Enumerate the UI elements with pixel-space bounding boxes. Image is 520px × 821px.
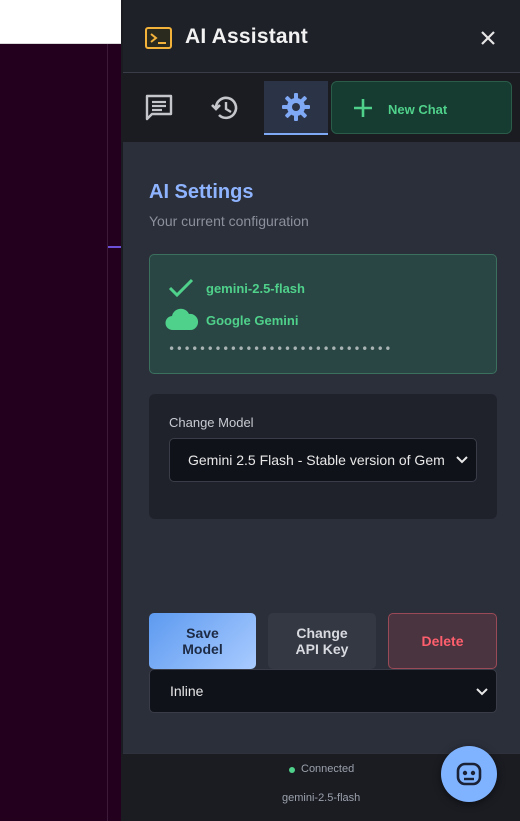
status-model: gemini-2.5-flash: [282, 792, 361, 804]
ai-assistant-panel: AI Assistant New Chat AI Settings Your c…: [121, 0, 520, 821]
mode-select[interactable]: Inline: [149, 669, 497, 713]
close-icon: [481, 31, 495, 45]
check-icon: [168, 278, 194, 298]
cloud-icon: [165, 308, 199, 331]
chevron-down-icon: [456, 456, 468, 464]
change-api-key-button[interactable]: Change API Key: [268, 613, 376, 669]
background-divider: [107, 44, 108, 821]
current-config-card: gemini-2.5-flash Google Gemini •••••••••…: [149, 254, 497, 374]
current-provider-name: Google Gemini: [206, 313, 299, 328]
change-model-label: Change Model: [169, 415, 254, 430]
assistant-fab-button[interactable]: [441, 746, 497, 802]
delete-button[interactable]: Delete: [388, 613, 497, 669]
save-model-button[interactable]: Save Model: [149, 613, 256, 669]
tab-history[interactable]: [193, 81, 257, 135]
robot-icon: [456, 762, 482, 786]
gear-icon: [282, 93, 310, 121]
terminal-icon: [145, 27, 172, 49]
chat-icon: [145, 94, 173, 121]
plus-icon: [354, 99, 372, 117]
panel-header: AI Assistant: [123, 0, 520, 72]
new-chat-label: New Chat: [388, 102, 448, 117]
new-chat-button[interactable]: New Chat: [331, 81, 512, 134]
model-select-value: Gemini 2.5 Flash - Stable version of Gem: [188, 452, 445, 468]
history-icon: [211, 96, 238, 120]
settings-title: AI Settings: [149, 181, 254, 203]
connection-status: Connected: [301, 763, 355, 775]
settings-subtitle: Your current configuration: [149, 213, 309, 229]
tab-bar: New Chat: [123, 72, 520, 142]
mode-select-value: Inline: [170, 683, 204, 699]
background-marker: [108, 246, 122, 248]
tab-chat[interactable]: [127, 81, 191, 135]
chevron-down-icon: [476, 688, 488, 696]
background-page-topbar: [0, 0, 124, 44]
tab-settings[interactable]: [264, 81, 328, 135]
current-model-name: gemini-2.5-flash: [206, 281, 305, 296]
masked-api-key: •••••••••••••••••••••••••••••: [168, 342, 393, 356]
status-dot: [289, 767, 295, 773]
model-select[interactable]: Gemini 2.5 Flash - Stable version of Gem: [169, 438, 477, 482]
change-model-card: Change Model Gemini 2.5 Flash - Stable v…: [149, 394, 497, 519]
panel-title: AI Assistant: [185, 25, 308, 48]
close-button[interactable]: [477, 27, 499, 49]
